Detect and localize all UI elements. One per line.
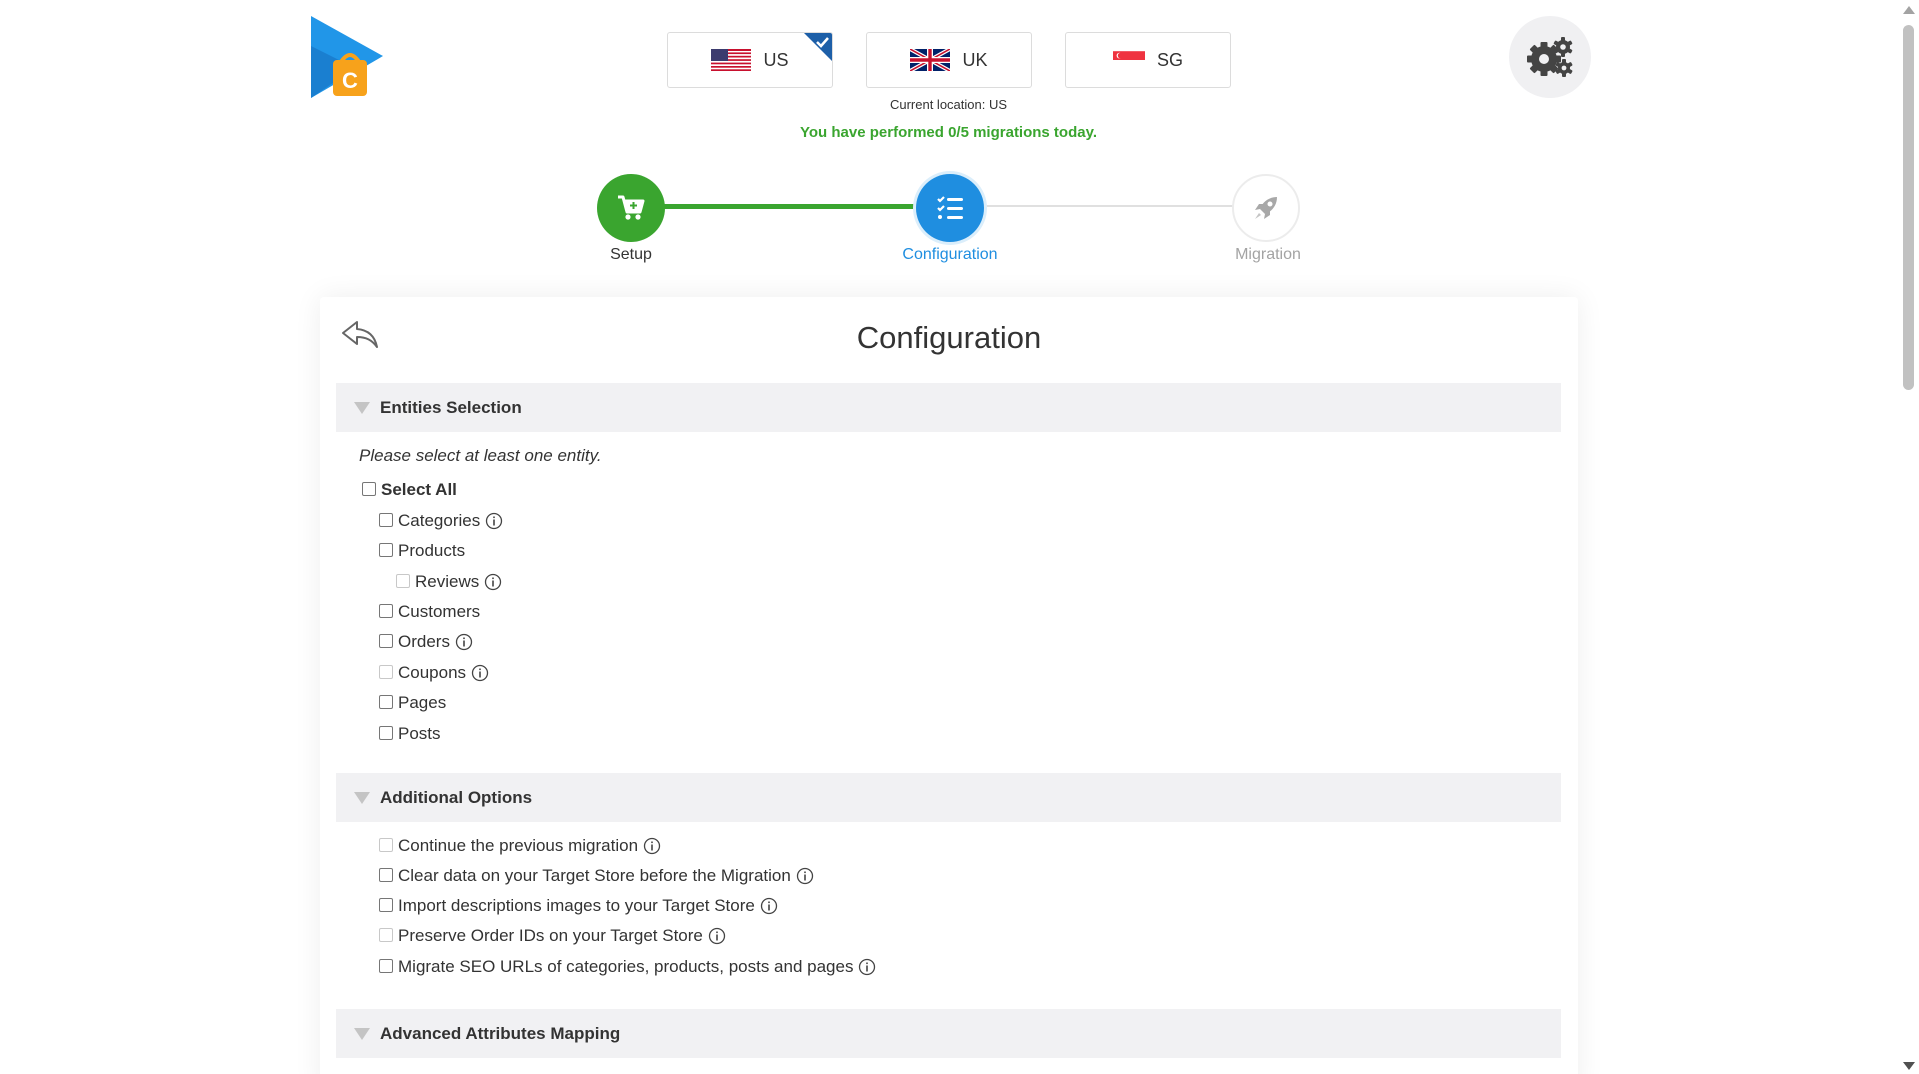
cart-icon (618, 195, 645, 220)
checklist-icon (937, 196, 963, 219)
preserve-ids-checkbox[interactable] (379, 928, 393, 942)
uk-flag-icon (910, 49, 951, 71)
categories-label: Categories (398, 511, 481, 530)
entity-row-orders: Orders (379, 632, 473, 652)
page-title: Configuration (856, 320, 1042, 355)
info-icon[interactable] (858, 958, 876, 976)
entity-row-coupons: Coupons (379, 663, 489, 683)
info-icon[interactable] (643, 837, 661, 855)
info-icon[interactable] (455, 633, 473, 651)
info-icon[interactable] (796, 867, 814, 885)
categories-checkbox[interactable] (379, 513, 393, 527)
entity-row-products: Products (379, 541, 465, 561)
step-configuration-label: Configuration (902, 246, 998, 263)
scroll-down-arrow-icon[interactable] (1903, 1062, 1915, 1070)
customers-label: Customers (398, 602, 481, 621)
info-icon[interactable] (485, 512, 503, 530)
step-configuration[interactable] (916, 174, 984, 242)
settings-button[interactable] (1509, 16, 1591, 98)
scrollbar-thumb[interactable] (1903, 25, 1914, 390)
reviews-label: Reviews (415, 572, 480, 591)
seo-urls-checkbox[interactable] (379, 959, 393, 973)
us-flag-icon (711, 49, 752, 71)
coupons-checkbox[interactable] (379, 665, 393, 679)
orders-label: Orders (398, 632, 450, 651)
select-all-checkbox[interactable] (362, 482, 376, 496)
select-all-row: Select All (362, 480, 457, 500)
import-images-checkbox[interactable] (379, 898, 393, 912)
rocket-icon (1255, 197, 1277, 219)
logo-icon[interactable]: C (311, 16, 387, 100)
location-sg-button[interactable]: SG (1065, 32, 1231, 88)
posts-label: Posts (398, 724, 441, 743)
continue-previous-label: Continue the previous migration (398, 836, 639, 855)
customers-checkbox[interactable] (379, 604, 393, 618)
page: C US UK SG Current location: US You have… (0, 0, 1919, 1074)
section-advanced-title: Advanced Attributes Mapping (380, 1023, 621, 1043)
migration-count: You have performed 0/5 migrations today. (799, 124, 1097, 141)
svg-text:C: C (342, 68, 358, 93)
step-setup-label: Setup (610, 246, 652, 263)
step-migration-label: Migration (1235, 246, 1301, 263)
entity-row-categories: Categories (379, 511, 503, 531)
step-progress-line-done (664, 204, 920, 209)
location-sg-label: SG (1156, 49, 1183, 70)
step-setup[interactable] (597, 174, 665, 242)
pages-label: Pages (398, 693, 447, 712)
entities-hint: Please select at least one entity. (359, 446, 602, 465)
info-icon[interactable] (708, 927, 726, 945)
entity-row-posts: Posts (379, 724, 441, 744)
seo-urls-label: Migrate SEO URLs of categories, products… (398, 957, 854, 976)
step-migration[interactable] (1232, 174, 1300, 242)
coupons-label: Coupons (398, 663, 467, 682)
products-checkbox[interactable] (379, 543, 393, 557)
option-row-import-images: Import descriptions images to your Targe… (379, 896, 778, 916)
entity-row-reviews: Reviews (396, 572, 502, 592)
posts-checkbox[interactable] (379, 726, 393, 740)
location-us-label: US (763, 49, 789, 70)
step-progress-line-pending (976, 205, 1236, 207)
info-icon[interactable] (760, 897, 778, 915)
clear-data-checkbox[interactable] (379, 868, 393, 882)
section-additional-header[interactable]: Additional Options (336, 773, 1561, 822)
info-icon[interactable] (484, 573, 502, 591)
reviews-checkbox[interactable] (396, 574, 410, 588)
orders-checkbox[interactable] (379, 634, 393, 648)
location-uk-label: UK (962, 49, 988, 70)
import-images-label: Import descriptions images to your Targe… (398, 896, 755, 915)
entity-row-customers: Customers (379, 602, 480, 622)
option-row-clear-data: Clear data on your Target Store before t… (379, 866, 814, 886)
selected-check-icon (804, 33, 832, 61)
collapse-triangle-icon (354, 401, 370, 414)
continue-previous-checkbox[interactable] (379, 838, 393, 852)
option-row-preserve-ids: Preserve Order IDs on your Target Store (379, 926, 726, 946)
gears-icon (1527, 37, 1573, 77)
pages-checkbox[interactable] (379, 695, 393, 709)
option-row-seo-urls: Migrate SEO URLs of categories, products… (379, 957, 876, 977)
sg-flag-icon (1112, 51, 1145, 69)
products-label: Products (398, 541, 466, 560)
location-uk-button[interactable]: UK (866, 32, 1032, 88)
section-additional-title: Additional Options (380, 787, 533, 807)
section-advanced-header[interactable]: Advanced Attributes Mapping (336, 1009, 1561, 1058)
collapse-triangle-icon (354, 1027, 370, 1040)
select-all-label: Select All (381, 480, 457, 499)
current-location: Current location: US (889, 97, 1008, 112)
section-entities-title: Entities Selection (380, 397, 522, 417)
collapse-triangle-icon (354, 791, 370, 804)
clear-data-label: Clear data on your Target Store before t… (398, 866, 791, 885)
section-entities-header[interactable]: Entities Selection (336, 383, 1561, 432)
entity-row-pages: Pages (379, 693, 446, 713)
option-row-continue: Continue the previous migration (379, 836, 661, 856)
preserve-ids-label: Preserve Order IDs on your Target Store (398, 926, 703, 945)
info-icon[interactable] (471, 664, 489, 682)
location-us-button[interactable]: US (667, 32, 833, 88)
scroll-up-arrow-icon[interactable] (1903, 6, 1915, 14)
